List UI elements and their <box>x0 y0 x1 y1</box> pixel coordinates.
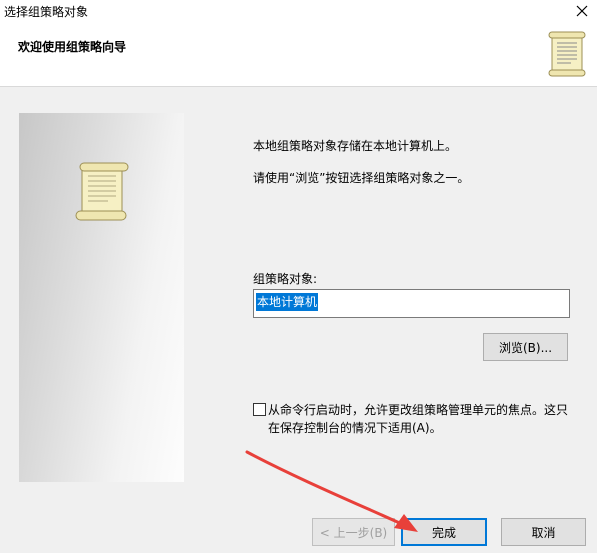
wizard-title: 欢迎使用组策略向导 <box>18 40 127 54</box>
info-text-local-gpo: 本地组策略对象存储在本地计算机上。 <box>253 139 458 153</box>
scroll-icon <box>548 31 586 77</box>
close-icon <box>576 5 588 17</box>
gpo-field-label: 组策略对象: <box>253 272 318 286</box>
back-button[interactable]: < 上一步(B) <box>312 518 395 546</box>
close-button[interactable] <box>567 0 597 22</box>
browse-button[interactable]: 浏览(B)... <box>483 333 568 361</box>
finish-button[interactable]: 完成 <box>401 518 487 546</box>
gpo-input-value: 本地计算机 <box>256 293 319 311</box>
wizard-header: 欢迎使用组策略向导 <box>0 22 597 87</box>
info-text-browse-hint: 请使用“浏览”按钮选择组策略对象之一。 <box>253 171 470 185</box>
gpo-input[interactable]: 本地计算机 <box>253 289 570 318</box>
window-title: 选择组策略对象 <box>4 5 89 19</box>
title-bar: 选择组策略对象 <box>0 0 597 22</box>
checkbox-label-line1[interactable]: 从命令行启动时，允许更改组策略管理单元的焦点。这只 <box>268 401 568 418</box>
scroll-icon <box>75 162 129 221</box>
wizard-side-panel <box>19 113 184 482</box>
checkbox-label-line2[interactable]: 在保存控制台的情况下适用(A)。 <box>268 419 442 436</box>
dialog-window: 选择组策略对象 欢迎使用组策略向导 本地组策略对象存储在本地计算机上。 请使用“… <box>0 0 597 553</box>
cancel-button[interactable]: 取消 <box>501 518 586 546</box>
focus-change-checkbox[interactable] <box>253 403 266 416</box>
